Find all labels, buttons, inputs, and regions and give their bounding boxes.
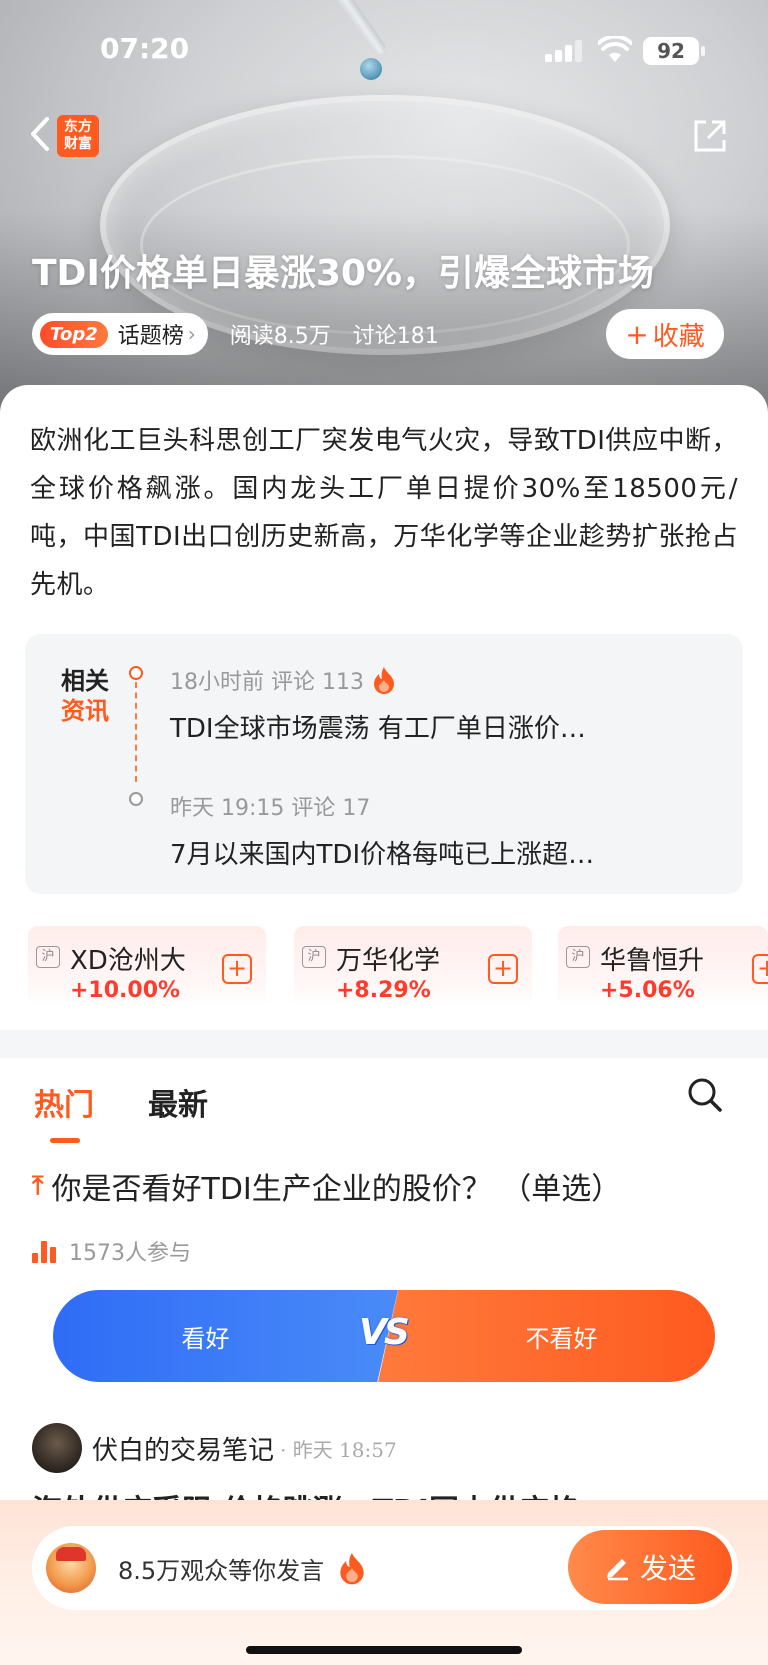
timeline-line bbox=[135, 682, 137, 782]
bottom-comment-bar: 8.5万观众等你发言 发送 bbox=[0, 1500, 768, 1665]
fire-icon bbox=[373, 667, 394, 694]
market-badge: 沪 bbox=[302, 946, 326, 968]
pencil-icon bbox=[606, 1559, 628, 1581]
fire-icon bbox=[340, 1552, 364, 1585]
battery-icon: 92 bbox=[643, 37, 705, 65]
related-news-item[interactable]: 昨天 19:15 评论 17 7月以来国内TDI价格每吨已上涨超… bbox=[170, 790, 594, 871]
add-watchlist-button[interactable]: + bbox=[752, 954, 768, 984]
topic-rank-button[interactable]: Top2 话题榜 › bbox=[32, 313, 208, 355]
search-icon bbox=[688, 1078, 722, 1112]
poll-option-bearish[interactable]: 不看好 bbox=[378, 1290, 715, 1382]
add-watchlist-button[interactable]: + bbox=[488, 954, 518, 984]
plus-icon: + bbox=[625, 317, 649, 351]
stock-card[interactable]: 沪 XD沧州大 +10.00% + bbox=[28, 926, 266, 1008]
timeline-dot bbox=[129, 792, 143, 806]
poll-option-bullish[interactable]: 看好 bbox=[53, 1290, 398, 1382]
back-button[interactable] bbox=[20, 112, 60, 156]
stock-change: +8.29% bbox=[336, 978, 431, 1003]
topic-label: 话题榜 bbox=[117, 324, 184, 349]
discussion-count: 讨论181 bbox=[352, 324, 439, 349]
related-news-label: 相关 资讯 bbox=[61, 667, 109, 725]
stock-change: +5.06% bbox=[600, 978, 695, 1003]
share-icon bbox=[694, 120, 726, 152]
author-name[interactable]: 伏白的交易笔记 bbox=[92, 1430, 274, 1467]
summary-card: 欧洲化工巨头科思创工厂突发电气火灾，导致TDI供应中断，全球价格飙涨。国内龙头工… bbox=[0, 385, 768, 625]
avatar[interactable] bbox=[32, 1423, 82, 1473]
related-news-item[interactable]: 18小时前 评论 113 TDI全球市场震荡 有工厂单日涨价… bbox=[170, 664, 586, 745]
stock-card[interactable]: 沪 万华化学 +8.29% + bbox=[294, 926, 532, 1008]
share-button[interactable] bbox=[692, 118, 732, 158]
chevron-left-icon bbox=[31, 117, 49, 151]
active-tab-indicator bbox=[50, 1138, 80, 1143]
tab-hot[interactable]: 热门 bbox=[34, 1080, 94, 1124]
poll-participants: 1573人参与 bbox=[32, 1235, 191, 1267]
related-stocks: 沪 XD沧州大 +10.00% + 沪 万华化学 +8.29% + 沪 华鲁恒升… bbox=[28, 926, 768, 1008]
home-indicator bbox=[246, 1646, 522, 1654]
read-count: 阅读8.5万 bbox=[229, 324, 331, 349]
search-button[interactable] bbox=[686, 1076, 726, 1116]
poll-question: ⤒ 你是否看好TDI生产企业的股价？ （单选） bbox=[32, 1170, 622, 1208]
stock-name: XD沧州大 bbox=[70, 946, 186, 976]
vs-label: VS bbox=[359, 1312, 410, 1353]
add-watchlist-button[interactable]: + bbox=[222, 954, 252, 984]
feed-tabs: 热门 最新 bbox=[0, 1058, 768, 1144]
chevron-right-icon: › bbox=[187, 322, 196, 346]
favorite-button[interactable]: + 收藏 bbox=[606, 309, 724, 359]
bar-chart-icon bbox=[32, 1239, 59, 1263]
pin-top-icon: ⤒ bbox=[32, 1170, 44, 1201]
related-news-card: 相关 资讯 18小时前 评论 113 TDI全球市场震荡 有工厂单日涨价… 昨天… bbox=[25, 634, 743, 894]
post-time: · 昨天 18:57 bbox=[280, 1437, 397, 1462]
mascot-avatar bbox=[46, 1543, 96, 1593]
meta-row: Top2 话题榜 › 阅读8.5万 讨论181 bbox=[32, 313, 439, 355]
stock-name: 华鲁恒升 bbox=[600, 946, 705, 976]
stock-name: 万华化学 bbox=[336, 946, 441, 976]
status-time: 07:20 bbox=[100, 32, 190, 65]
market-badge: 沪 bbox=[566, 946, 590, 968]
poll-options: 看好 不看好 VS bbox=[53, 1290, 715, 1382]
stock-card[interactable]: 沪 华鲁恒升 +5.06% + bbox=[558, 926, 768, 1008]
post-header: 伏白的交易笔记 · 昨天 18:57 bbox=[32, 1423, 397, 1473]
rank-badge: Top2 bbox=[40, 320, 108, 348]
app-logo: 东方 财富 bbox=[57, 115, 99, 157]
send-button[interactable]: 发送 bbox=[568, 1530, 732, 1604]
cellular-signal-icon bbox=[545, 40, 585, 62]
page-title: TDI价格单日暴涨30%，引爆全球市场 bbox=[32, 253, 655, 294]
wifi-icon bbox=[597, 34, 633, 68]
comment-placeholder: 8.5万观众等你发言 bbox=[118, 1556, 325, 1585]
timeline-dot bbox=[129, 666, 143, 680]
summary-text: 欧洲化工巨头科思创工厂突发电气火灾，导致TDI供应中断，全球价格飙涨。国内龙头工… bbox=[30, 426, 738, 600]
tab-latest[interactable]: 最新 bbox=[148, 1080, 208, 1124]
stock-change: +10.00% bbox=[70, 978, 181, 1003]
section-divider bbox=[0, 1030, 768, 1058]
market-badge: 沪 bbox=[36, 946, 60, 968]
